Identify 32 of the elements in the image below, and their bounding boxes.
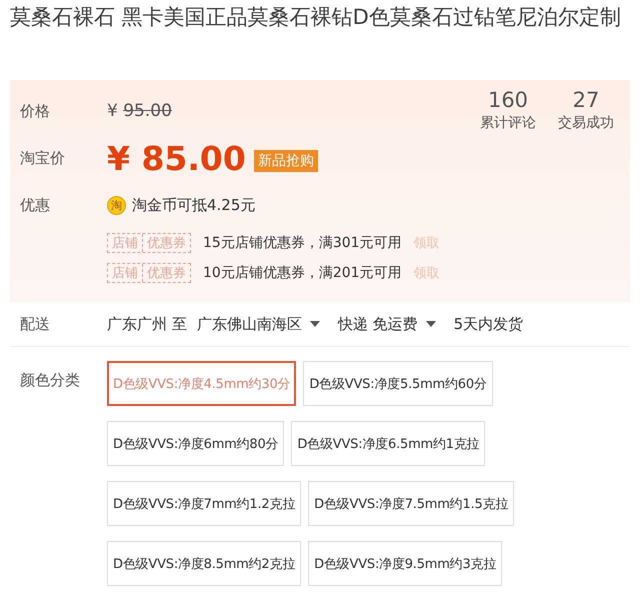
promo-price: ¥ 85.00 bbox=[107, 138, 246, 178]
price-label: 价格 bbox=[19, 102, 51, 120]
shipping-dropdown[interactable]: 快递 免运费 bbox=[338, 314, 436, 334]
promo-price-label: 淘宝价 bbox=[19, 148, 66, 168]
caret-icon bbox=[426, 321, 436, 327]
stat-value: 27 bbox=[572, 88, 600, 112]
destination-dropdown[interactable]: 广东佛山南海区 bbox=[196, 314, 320, 334]
coupon-tag: 店铺 优惠券 bbox=[107, 263, 191, 283]
coupon-text: 10元店铺优惠券，满201元可用 bbox=[203, 264, 402, 282]
discount-text: 淘金币可抵4.25元 bbox=[132, 196, 256, 214]
color-option[interactable]: D色级VVS:净度7mm约1.2克拉 bbox=[107, 481, 302, 526]
color-option[interactable]: D色级VVS:净度9.5mm约3克拉 bbox=[308, 541, 502, 586]
stat-label: 交易成功 bbox=[558, 114, 614, 132]
coupon-tag: 店铺 优惠券 bbox=[107, 233, 191, 253]
coupon-text: 15元店铺优惠券，满301元可用 bbox=[203, 234, 402, 252]
original-price: ¥ 95.00 bbox=[107, 101, 172, 121]
color-label: 颜色分类 bbox=[19, 370, 81, 391]
origin-text: 广东广州 至 bbox=[107, 314, 187, 334]
caret-icon bbox=[310, 321, 320, 327]
stat-value: 160 bbox=[488, 88, 528, 112]
stat-label: 累计评论 bbox=[480, 114, 536, 132]
lead-time-text: 5天内发货 bbox=[454, 314, 524, 334]
color-option[interactable]: D色级VVS:净度8.5mm约2克拉 bbox=[107, 541, 302, 586]
color-option[interactable]: D色级VVS:净度7.5mm约1.5克拉 bbox=[308, 481, 514, 526]
discount-label: 优惠 bbox=[19, 196, 51, 214]
color-option[interactable]: D色级VVS:净度6mm约80分 bbox=[107, 421, 284, 466]
delivery-label: 配送 bbox=[19, 314, 51, 334]
color-option[interactable]: D色级VVS:净度5.5mm约60分 bbox=[303, 361, 493, 406]
coin-icon: 淘 bbox=[107, 196, 126, 214]
promo-badge: 新品抢购 bbox=[254, 150, 318, 172]
product-title: 莫桑石裸石 黑卡美国正品莫桑石裸钻D色莫桑石过钻笔尼泊尔定制 bbox=[10, 4, 622, 31]
color-option[interactable]: D色级VVS:净度6.5mm约1克拉 bbox=[291, 421, 486, 466]
